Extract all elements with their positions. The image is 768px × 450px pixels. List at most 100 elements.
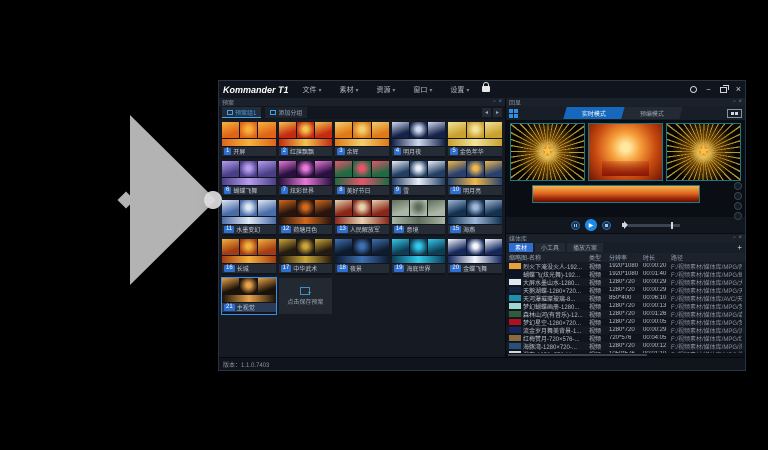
screen-preview-banner[interactable] [532,185,700,203]
media-thumbnail [509,271,521,277]
plan-thumbnail [392,122,446,138]
plan-thumbnail [222,122,276,138]
plan-banner-thumbnail [448,256,502,263]
volume-slider[interactable] [628,224,680,227]
plan-tile[interactable]: 16 长城 [222,239,276,275]
plan-banner-thumbnail [279,178,333,185]
plan-group-tab[interactable]: 预案组1 [222,107,261,118]
col-type[interactable]: 类型 [589,253,609,262]
col-name[interactable]: 缩略图-名称 [509,253,589,262]
col-path[interactable]: 路径 [671,253,742,262]
menu-item[interactable]: 资源 ▾ [376,85,395,95]
mode-tab[interactable]: 实时模式 [563,107,624,119]
media-thumbnail [509,279,521,285]
preview-tool-icon[interactable] [734,202,742,210]
screen-preview-1[interactable] [510,123,585,181]
minimize-button[interactable]: − [706,87,711,93]
collapse-panel-icon[interactable]: ▫ [733,235,735,242]
close-button[interactable]: × [736,86,741,93]
mode-tab[interactable]: 预编模式 [621,107,682,119]
add-media-button[interactable]: + [737,243,742,252]
plan-banner-thumbnail [222,295,276,302]
plan-tile[interactable]: 9 雪 [392,161,446,197]
plan-tile[interactable]: 6 蝴蝶飞舞 [222,161,276,197]
volume-handle[interactable] [671,222,673,229]
plan-number-badge: 7 [281,187,288,194]
preview-tool-icon[interactable] [734,182,742,190]
plan-tile[interactable]: 7 炫彩世界 [279,161,333,197]
plan-tile[interactable]: 8 美好节日 [335,161,389,197]
screen-preview-3[interactable] [666,123,741,181]
play-button[interactable]: ▶ [585,219,597,231]
menu-item[interactable]: 文件 ▾ [303,85,322,95]
media-thumbnail [509,327,521,333]
plan-tile[interactable]: 18 夜景 [335,239,389,275]
col-resolution[interactable]: 分辨率 [609,253,643,262]
plan-thumbnail [222,200,276,216]
plan-tile[interactable]: 17 中华武术 [279,239,333,275]
media-tab[interactable]: 素材 [509,243,533,252]
pause-button[interactable] [571,221,580,230]
plan-tile[interactable]: 15 海燕 [448,200,502,236]
plan-banner-thumbnail [448,139,502,146]
close-panel-icon[interactable]: × [738,99,742,106]
stop-button[interactable] [602,221,611,230]
plan-banner-thumbnail [448,217,502,224]
plan-number-badge: 15 [450,226,461,233]
close-panel-icon[interactable]: × [738,235,742,242]
plan-tile[interactable]: 2 红旗飘飘 [279,122,333,158]
plan-tile[interactable]: 11 水墨变幻 [222,200,276,236]
menu-item[interactable]: 窗口 ▾ [413,85,432,95]
horizontal-scrollbar[interactable] [506,353,745,357]
col-duration[interactable]: 时长 [643,253,671,262]
scrollbar-thumb[interactable] [508,354,647,356]
media-thumbnail [509,335,521,341]
save-plan-button[interactable]: 点击保存预案 [279,278,333,314]
plan-tile[interactable]: 5 金色年华 [448,122,502,158]
help-icon[interactable] [690,86,697,93]
screen-preview-2[interactable] [588,123,663,181]
collapse-panel-icon[interactable]: ▫ [493,99,495,106]
transport-bar: ▶ [506,217,745,233]
menu-item[interactable]: 设置 ▾ [450,85,469,95]
plan-tile[interactable]: 19 海底世界 [392,239,446,275]
plan-group-tab[interactable]: 添加分组 [265,107,307,118]
layout-grid-icon[interactable] [509,109,518,118]
chevron-down-icon: ▾ [392,88,395,94]
media-tab[interactable]: 播放方案 [567,243,603,252]
plan-number-badge: 11 [224,226,234,233]
save-plan-label: 点击保存预案 [287,297,323,306]
plan-number-badge: 5 [450,148,457,155]
media-tab[interactable]: 小工具 [535,243,565,252]
close-panel-icon[interactable]: × [498,99,502,106]
plan-tile[interactable]: 12 荷塘月色 [279,200,333,236]
preview-tool-icon[interactable] [734,192,742,200]
plan-thumbnail [448,122,502,138]
plan-tile[interactable]: 20 金蝶飞舞 [448,239,502,275]
preview-tool-icon[interactable] [734,212,742,220]
lock-icon[interactable] [482,86,490,92]
plan-tile[interactable]: 13 人民解放军 [335,200,389,236]
plan-tile[interactable]: 1 开屏 [222,122,276,158]
plan-thumbnail [448,239,502,255]
plan-tile[interactable]: 21 主视觉 [222,278,276,314]
screen-switch-button[interactable] [727,109,742,118]
plan-tile[interactable]: 4 明月夜 [392,122,446,158]
plan-banner-thumbnail [335,256,389,263]
menubar: 文件 ▾ 素材 ▾ 资源 ▾ 窗口 ▾ 设置 ▾ [303,85,470,95]
plan-tile[interactable]: 10 明月亮 [448,161,502,197]
plan-tile[interactable]: 3 余辉 [335,122,389,158]
plan-thumbnail [222,278,276,294]
scroll-right-button[interactable]: ▸ [493,108,502,117]
scroll-left-button[interactable]: ◂ [482,108,491,117]
collapse-panel-icon[interactable]: ▫ [733,99,735,106]
plan-name: 意境 [406,225,418,234]
plan-thumbnail [222,239,276,255]
menu-item[interactable]: 素材 ▾ [339,85,358,95]
plan-tile[interactable]: 14 意境 [392,200,446,236]
restore-button[interactable] [720,87,727,93]
plan-thumbnail [335,239,389,255]
plan-number-badge: 3 [337,148,344,155]
plan-name: 开屏 [233,147,245,156]
plan-name: 蝴蝶飞舞 [233,186,257,195]
